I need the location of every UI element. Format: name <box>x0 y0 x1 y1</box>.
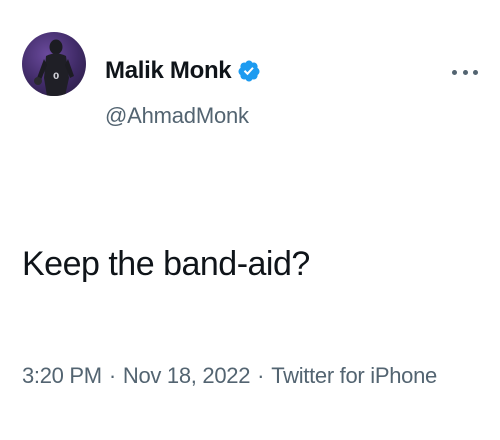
tweet-date[interactable]: Nov 18, 2022 <box>123 363 251 389</box>
svg-text:0: 0 <box>53 72 59 82</box>
avatar[interactable]: 0 <box>22 32 86 96</box>
tweet-meta: 3:20 PM · Nov 18, 2022 · Twitter for iPh… <box>22 363 437 389</box>
separator: · <box>108 363 116 388</box>
tweet-card: 0 Malik Monk @AhmadMonk Keep the band-ai… <box>0 0 500 440</box>
dot <box>452 69 457 75</box>
tweet-time[interactable]: 3:20 PM <box>22 363 102 389</box>
verified-badge-icon <box>237 59 261 83</box>
more-options-icon[interactable] <box>452 62 478 82</box>
user-handle[interactable]: @AhmadMonk <box>105 103 249 129</box>
display-name-row[interactable]: Malik Monk <box>105 55 261 87</box>
tweet-source[interactable]: Twitter for iPhone <box>271 363 437 389</box>
player-silhouette-icon: 0 <box>34 39 74 96</box>
dot <box>462 69 468 75</box>
dot <box>473 69 478 75</box>
display-name[interactable]: Malik Monk <box>105 57 232 85</box>
separator: · <box>257 363 265 388</box>
tweet-text: Keep the band-aid? <box>22 245 310 283</box>
